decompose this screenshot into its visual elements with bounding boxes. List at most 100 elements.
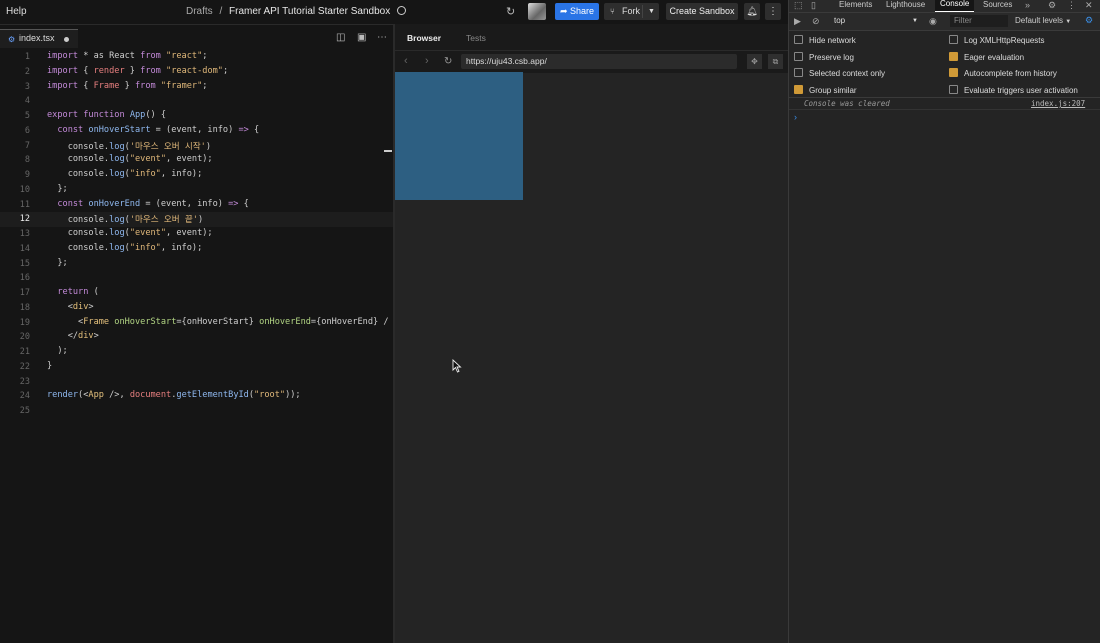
- code-line[interactable]: 9 console.log("info", info);: [0, 168, 393, 183]
- gear-icon[interactable]: ⚙: [1048, 0, 1056, 11]
- url-input[interactable]: https://uju43.csb.app/: [461, 54, 737, 69]
- filter-input[interactable]: Filter: [950, 15, 1008, 27]
- console-settings-icon[interactable]: ⚙: [1085, 15, 1093, 26]
- more-options-icon[interactable]: ⋮: [765, 3, 781, 20]
- back-icon[interactable]: ‹: [404, 55, 408, 67]
- code-token: , info);: [160, 169, 203, 179]
- option-eager-evaluation[interactable]: Eager evaluation: [949, 52, 1024, 62]
- line-number: 17: [19, 288, 30, 298]
- code-line[interactable]: 3 import { Frame } from "framer";: [0, 80, 393, 95]
- code-line[interactable]: 13 console.log("event", event);: [0, 227, 393, 242]
- framer-frame[interactable]: [395, 72, 523, 200]
- console-prompt-icon[interactable]: ›: [794, 112, 797, 122]
- tab-console[interactable]: Console: [935, 0, 975, 12]
- code-line[interactable]: 14 console.log("info", info);: [0, 242, 393, 257]
- log-levels-select[interactable]: Default levels ▼: [1015, 16, 1071, 25]
- refresh-icon[interactable]: ↻: [506, 5, 515, 18]
- inspect-icon[interactable]: ⬚: [794, 0, 803, 11]
- code-line[interactable]: 7 console.log('마우스 오버 시작'): [0, 139, 393, 154]
- sandbox-title[interactable]: Framer API Tutorial Starter Sandbox: [229, 6, 390, 17]
- code-line[interactable]: 16: [0, 271, 393, 286]
- code-token: {: [78, 80, 94, 91]
- kebab-icon[interactable]: ⋮: [1067, 0, 1076, 11]
- context-select-value: top: [834, 16, 846, 25]
- code-token: ={onHoverEnd} /: [310, 316, 389, 327]
- code-token: '마우스 오버 끝': [129, 215, 198, 226]
- checkbox[interactable]: [794, 85, 803, 94]
- avatar[interactable]: [528, 3, 546, 20]
- option-selected-context-only[interactable]: Selected context only: [794, 68, 885, 78]
- tab-browser[interactable]: Browser: [407, 33, 441, 43]
- help-menu[interactable]: Help: [6, 6, 27, 17]
- tab-elements[interactable]: Elements: [839, 0, 872, 9]
- open-new-window-icon[interactable]: ⧉: [768, 54, 783, 69]
- option-group-similar[interactable]: Group similar: [794, 85, 857, 95]
- unsaved-dot-icon[interactable]: [64, 37, 69, 42]
- code-line[interactable]: 5 export function App() {: [0, 109, 393, 124]
- code-line[interactable]: 21 );: [0, 345, 393, 360]
- preview-icon[interactable]: ▣: [357, 32, 366, 43]
- tab-sources[interactable]: Sources: [983, 0, 1012, 9]
- code-line[interactable]: 23: [0, 375, 393, 390]
- split-view-icon[interactable]: ◫: [336, 32, 345, 43]
- scrollbar-marker[interactable]: [384, 150, 392, 152]
- code-token: };: [47, 183, 68, 194]
- code-line[interactable]: 12 console.log('마우스 오버 끝'): [0, 212, 393, 228]
- code-line[interactable]: 8 console.log("event", event);: [0, 153, 393, 168]
- checkbox[interactable]: [794, 68, 803, 77]
- file-tab[interactable]: ⚙ index.tsx: [0, 29, 78, 48]
- clear-console-icon[interactable]: ⊘: [812, 16, 820, 27]
- option-preserve-log[interactable]: Preserve log: [794, 52, 854, 62]
- option-autocomplete-from-history[interactable]: Autocomplete from history: [949, 68, 1057, 78]
- share-button[interactable]: ➦ Share: [555, 3, 599, 20]
- code-line[interactable]: 4: [0, 94, 393, 109]
- bell-icon[interactable]: 🔔︎: [744, 3, 760, 20]
- checkbox[interactable]: [949, 85, 958, 94]
- checkbox[interactable]: [949, 52, 958, 61]
- option-log-xmlhttprequests[interactable]: Log XMLHttpRequests: [949, 35, 1045, 45]
- tab-lighthouse[interactable]: Lighthouse: [886, 0, 925, 9]
- checkbox[interactable]: [949, 68, 958, 77]
- code-text: <div>: [47, 302, 94, 312]
- tab-tests[interactable]: Tests: [466, 33, 486, 43]
- code-line[interactable]: 6 const onHoverStart = (event, info) => …: [0, 124, 393, 139]
- option-evaluate-triggers-user-activation[interactable]: Evaluate triggers user activation: [949, 85, 1078, 95]
- code-line[interactable]: 22}: [0, 360, 393, 375]
- code-line[interactable]: 18 <div>: [0, 301, 393, 316]
- move-icon[interactable]: ✥: [747, 54, 762, 69]
- forward-icon[interactable]: ›: [425, 55, 429, 67]
- more-tabs-icon[interactable]: »: [1025, 0, 1030, 10]
- close-icon[interactable]: ✕: [1085, 0, 1093, 11]
- checkbox[interactable]: [949, 35, 958, 44]
- reload-icon[interactable]: ↻: [444, 56, 452, 67]
- code-line[interactable]: 10 };: [0, 183, 393, 198]
- browser-tab-bar: Browser Tests: [395, 24, 788, 50]
- device-toolbar-icon[interactable]: ▯: [811, 0, 816, 11]
- option-hide-network[interactable]: Hide network: [794, 35, 856, 45]
- source-link[interactable]: index.js:207: [1031, 99, 1085, 108]
- code-token: onHoverEnd: [88, 198, 141, 209]
- fork-button[interactable]: ⑂ Fork ▼: [604, 3, 659, 20]
- code-line[interactable]: 2 import { render } from "react-dom";: [0, 65, 393, 80]
- code-token: log: [109, 141, 125, 152]
- code-line[interactable]: 20 </div>: [0, 330, 393, 345]
- code-line[interactable]: 15 };: [0, 257, 393, 272]
- more-icon[interactable]: ⋯: [377, 32, 387, 43]
- eye-icon[interactable]: ◉: [929, 16, 937, 27]
- code-editor[interactable]: 1 import * as React from "react"; 2 import …: [0, 50, 393, 643]
- browser-address-bar: ‹ › ↻ https://uju43.csb.app/ ✥ ⧉: [395, 50, 788, 73]
- sidebar-toggle-icon[interactable]: ▶: [794, 16, 801, 27]
- code-line[interactable]: 1 import * as React from "react";: [0, 50, 393, 65]
- breadcrumb-drafts[interactable]: Drafts: [186, 6, 213, 17]
- code-line[interactable]: 24 render(<App />, document.getElementByI…: [0, 389, 393, 404]
- code-line[interactable]: 17 return (: [0, 286, 393, 301]
- checkbox[interactable]: [794, 52, 803, 61]
- context-select[interactable]: top ▼: [834, 16, 918, 25]
- create-sandbox-button[interactable]: Create Sandbox: [666, 3, 738, 20]
- code-line[interactable]: 19 <Frame onHoverStart={onHoverStart} on…: [0, 316, 393, 331]
- code-line[interactable]: 25: [0, 404, 393, 419]
- line-number: 2: [24, 66, 30, 77]
- code-line[interactable]: 11 const onHoverEnd = (event, info) => {: [0, 198, 393, 213]
- checkbox[interactable]: [794, 35, 803, 44]
- chevron-down-icon[interactable]: ▼: [648, 3, 655, 20]
